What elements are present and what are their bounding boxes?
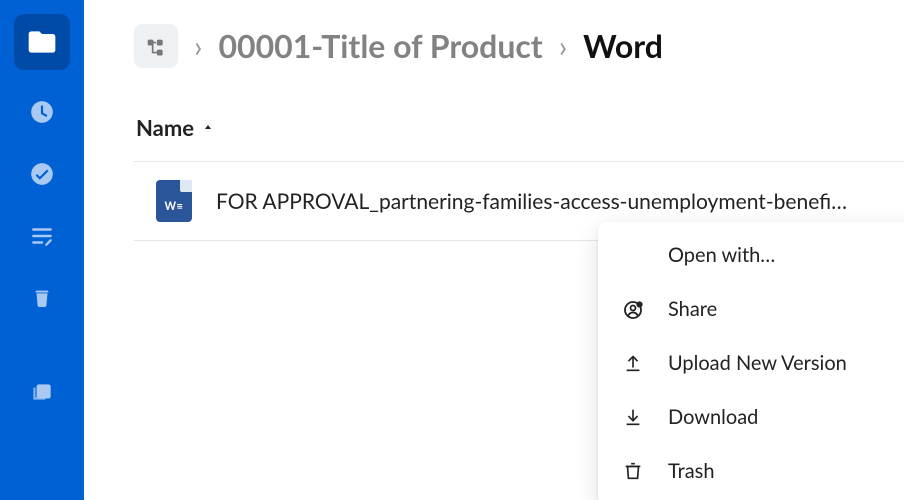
- sidebar: [0, 0, 84, 500]
- main-panel: › 00001-Title of Product › Word Name W≡ …: [84, 0, 904, 500]
- sidebar-item-collections[interactable]: [22, 372, 62, 412]
- folder-icon: [26, 26, 58, 58]
- menu-item-label: Trash: [668, 459, 904, 483]
- file-name: FOR APPROVAL_partnering-families-access-…: [216, 189, 847, 214]
- check-circle-icon: [29, 161, 55, 187]
- sidebar-item-trash[interactable]: [22, 278, 62, 318]
- blank-icon: [620, 242, 646, 268]
- sidebar-item-recents[interactable]: [22, 92, 62, 132]
- menu-item-label: Share: [668, 297, 904, 321]
- sidebar-item-approved[interactable]: [22, 154, 62, 194]
- menu-item-upload-new-version[interactable]: Upload New Version: [598, 336, 904, 390]
- breadcrumb-tree-button[interactable]: [134, 24, 178, 68]
- menu-item-trash[interactable]: Trash: [598, 444, 904, 498]
- column-header-label: Name: [136, 114, 194, 141]
- sidebar-item-files[interactable]: [14, 14, 70, 70]
- trash-icon: [31, 287, 53, 309]
- menu-item-download[interactable]: Download: [598, 390, 904, 444]
- context-menu: Open with… Share: [598, 222, 904, 500]
- sidebar-item-notes[interactable]: [22, 216, 62, 256]
- word-doc-icon: W≡: [156, 180, 192, 222]
- menu-item-label: Upload New Version: [668, 351, 904, 375]
- sort-asc-icon: [202, 120, 214, 137]
- chevron-right-icon: ›: [194, 31, 202, 61]
- menu-item-open-with[interactable]: Open with…: [598, 228, 904, 282]
- menu-item-label: Open with…: [668, 243, 902, 267]
- menu-item-share[interactable]: Share: [598, 282, 904, 336]
- chevron-right-icon: ›: [559, 31, 567, 61]
- menu-item-label: Download: [668, 405, 904, 429]
- download-icon: [620, 404, 646, 430]
- clock-icon: [29, 99, 55, 125]
- breadcrumb-parent[interactable]: 00001-Title of Product: [218, 30, 542, 62]
- notes-icon: [29, 223, 55, 249]
- trash-icon: [620, 458, 646, 484]
- collections-icon: [29, 379, 55, 405]
- column-header-name[interactable]: Name: [134, 114, 904, 162]
- share-icon: [620, 296, 646, 322]
- breadcrumb: › 00001-Title of Product › Word: [134, 24, 904, 68]
- breadcrumb-current: Word: [583, 30, 663, 62]
- tree-icon: [146, 30, 166, 62]
- upload-icon: [620, 350, 646, 376]
